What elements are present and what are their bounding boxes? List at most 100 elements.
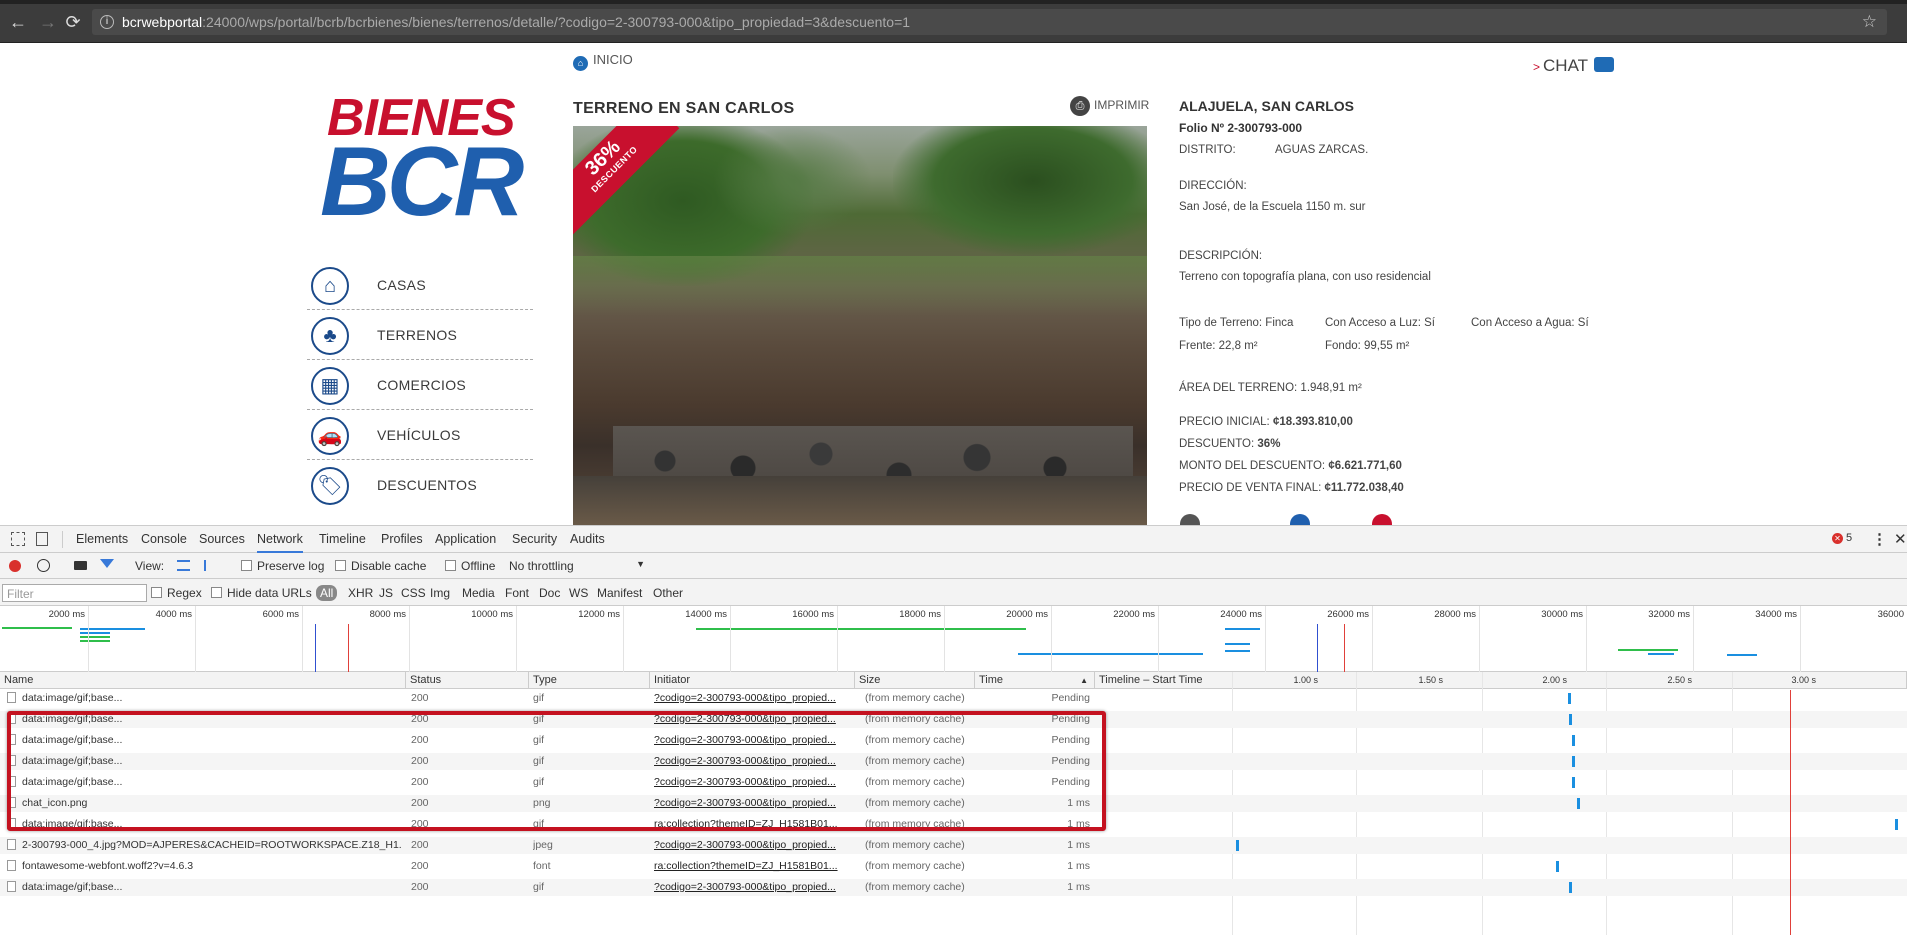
overview-gridline: [623, 606, 624, 672]
record-icon[interactable]: [9, 560, 21, 572]
hide-data-urls-checkbox[interactable]: Hide data URLs: [211, 586, 312, 600]
filter-manifest[interactable]: Manifest: [597, 586, 642, 600]
table-row[interactable]: data:image/gif;base... 200 gif ?codigo=2-30…: [0, 690, 1907, 707]
column-type[interactable]: Type: [529, 672, 650, 689]
photo-detail: [893, 126, 1147, 256]
waterfall-icon[interactable]: [204, 560, 217, 571]
address-bar[interactable]: i bcrwebportal:24000/wps/portal/bcrb/bcr…: [92, 9, 1887, 35]
menu-item-vehiculos[interactable]: 🚗 VEHÍCULOS: [307, 410, 533, 460]
more-menu-icon[interactable]: ⋮: [1872, 530, 1887, 548]
timeline-tick-label: 1.00 s: [1293, 675, 1318, 685]
back-button[interactable]: ←: [8, 13, 28, 31]
overview-gridline: [88, 606, 89, 672]
dom-content-loaded-line: [1317, 624, 1318, 672]
filter-input[interactable]: Filter: [2, 584, 147, 602]
print-button[interactable]: ⎙ IMPRIMIR: [1070, 96, 1149, 116]
tab-elements[interactable]: Elements: [76, 526, 128, 553]
tab-sources[interactable]: Sources: [199, 526, 245, 553]
overview-tick-label: 18000 ms: [899, 609, 941, 620]
row-time: 1 ms: [1067, 860, 1090, 872]
filter-img[interactable]: Img: [430, 586, 450, 600]
acceso-agua: Con Acceso a Agua: Sí: [1471, 317, 1589, 329]
screenshot-camera-icon[interactable]: [74, 561, 87, 570]
filter-all[interactable]: All: [316, 585, 338, 601]
menu-item-casas[interactable]: ⌂ CASAS: [307, 260, 533, 310]
car-icon: 🚗: [311, 417, 349, 455]
overview-tick-label: 26000 ms: [1327, 609, 1369, 620]
filter-doc[interactable]: Doc: [539, 586, 560, 600]
tab-application[interactable]: Application: [435, 526, 496, 553]
chat-button[interactable]: > CHAT: [1533, 56, 1615, 76]
error-icon[interactable]: ✕: [1832, 533, 1843, 544]
filter-ws[interactable]: WS: [569, 586, 588, 600]
inicio-link[interactable]: ⌂ INICIO: [573, 52, 633, 71]
network-overview[interactable]: 2000 ms 4000 ms 6000 ms 8000 ms 10000 ms 1200…: [0, 606, 1907, 672]
filter-font[interactable]: Font: [505, 586, 529, 600]
overview-bar: [1618, 649, 1678, 651]
web-page: BIENES BCR ⌂ CASAS ♣ TERRENOS ▦ COMERCIO…: [0, 43, 1907, 525]
facebook-icon[interactable]: [1290, 514, 1310, 525]
filter-other[interactable]: Other: [653, 586, 683, 600]
error-count[interactable]: 5: [1846, 532, 1852, 544]
tab-security[interactable]: Security: [512, 526, 557, 553]
filter-media[interactable]: Media: [462, 586, 495, 600]
overview-tick-label: 28000 ms: [1434, 609, 1476, 620]
filter-css[interactable]: CSS: [401, 586, 426, 600]
property-photo[interactable]: 36% DESCUENTO: [573, 126, 1147, 525]
google-plus-icon[interactable]: [1372, 514, 1392, 525]
row-initiator[interactable]: ?codigo=2-300793-000&tipo_propied...: [654, 837, 849, 854]
dom-content-loaded-line: [315, 624, 316, 672]
bookmark-star-icon[interactable]: ☆: [1862, 12, 1877, 32]
close-devtools-icon[interactable]: ✕: [1894, 530, 1907, 548]
preserve-log-checkbox[interactable]: Preserve log: [241, 559, 324, 573]
row-initiator[interactable]: ?codigo=2-300793-000&tipo_propied...: [654, 879, 849, 896]
table-row[interactable]: data:image/gif;base... 200 gif ?codigo=2-30…: [0, 879, 1907, 896]
location-title: ALAJUELA, SAN CARLOS: [1179, 98, 1355, 114]
overview-tick-label: 4000 ms: [155, 609, 192, 620]
file-icon: [7, 839, 16, 850]
overview-bar: [1648, 653, 1674, 655]
filter-js[interactable]: JS: [379, 586, 393, 600]
filter-icon[interactable]: [100, 559, 114, 568]
menu-item-descuentos[interactable]: 🏷 DESCUENTOS: [307, 460, 533, 510]
tab-profiles[interactable]: Profiles: [381, 526, 423, 553]
column-initiator[interactable]: Initiator: [650, 672, 855, 689]
overview-gridline: [1693, 606, 1694, 672]
info-icon[interactable]: i: [100, 15, 114, 29]
device-mode-icon[interactable]: [36, 532, 48, 546]
row-type: gif: [533, 692, 545, 704]
overview-bar: [1225, 628, 1260, 630]
precio-inicial: PRECIO INICIAL: ¢18.393.810,00: [1179, 416, 1353, 428]
share-icon[interactable]: [1180, 514, 1200, 525]
regex-checkbox[interactable]: Regex: [151, 586, 202, 600]
menu-item-comercios[interactable]: ▦ COMERCIOS: [307, 360, 533, 410]
column-size[interactable]: Size: [855, 672, 975, 689]
menu-item-terrenos[interactable]: ♣ TERRENOS: [307, 310, 533, 360]
offline-checkbox[interactable]: Offline: [445, 559, 495, 573]
row-initiator[interactable]: ra:collection?themeID=ZJ_H1581B01...: [654, 858, 849, 875]
inspect-icon[interactable]: [11, 532, 25, 546]
table-row[interactable]: fontawesome-webfont.woff2?v=4.6.3 200 font…: [0, 858, 1907, 875]
overview-tick-label: 14000 ms: [685, 609, 727, 620]
forward-button[interactable]: →: [38, 13, 58, 31]
table-row[interactable]: 2-300793-000_4.jpg?MOD=AJPERES&CACHEID=R…: [0, 837, 1907, 854]
row-initiator[interactable]: ?codigo=2-300793-000&tipo_propied...: [654, 690, 849, 707]
timeline-bar: [1569, 714, 1572, 725]
column-status[interactable]: Status: [406, 672, 529, 689]
tipo-terreno: Tipo de Terreno: Finca: [1179, 317, 1294, 329]
filter-xhr[interactable]: XHR: [348, 586, 373, 600]
tab-network[interactable]: Network: [257, 526, 303, 553]
disable-cache-checkbox[interactable]: Disable cache: [335, 559, 426, 573]
column-name[interactable]: Name: [0, 672, 406, 689]
row-status: 200: [411, 881, 429, 893]
reload-button[interactable]: ⟳: [63, 13, 83, 31]
clear-icon[interactable]: [37, 559, 50, 572]
logo-bcr[interactable]: BCR: [320, 131, 524, 231]
large-rows-icon[interactable]: [177, 560, 190, 571]
column-time[interactable]: Time ▲: [975, 672, 1095, 689]
tab-console[interactable]: Console: [141, 526, 187, 553]
tab-timeline[interactable]: Timeline: [319, 526, 366, 553]
url-text[interactable]: bcrwebportal:24000/wps/portal/bcrb/bcrbi…: [122, 14, 910, 30]
throttling-select[interactable]: No throttling ▼: [509, 559, 645, 573]
tab-audits[interactable]: Audits: [570, 526, 605, 553]
